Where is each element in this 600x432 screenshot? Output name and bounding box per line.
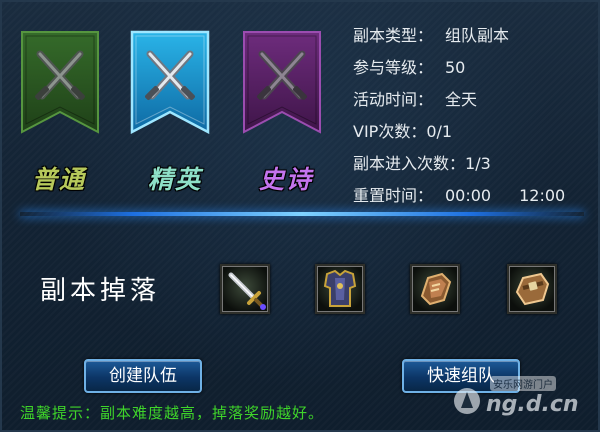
entries-label: 副本进入次数：: [353, 154, 466, 173]
vip-label: VIP次数：: [353, 122, 427, 141]
armor-icon: [323, 269, 357, 307]
info-vip: VIP次数：0/1: [353, 116, 565, 148]
drop-item-sword[interactable]: [220, 264, 270, 314]
drop-item-belt[interactable]: [507, 264, 557, 314]
create-team-button[interactable]: 创建队伍: [84, 359, 202, 393]
difficulty-epic-label[interactable]: 史诗: [231, 160, 341, 196]
difficulty-normal-banner[interactable]: [20, 30, 100, 134]
info-active-time: 活动时间： 全天: [353, 84, 565, 116]
dungeon-info: 副本类型： 组队副本 参与等级： 50 活动时间： 全天 VIP次数：0/1 副本进入…: [353, 20, 565, 212]
info-dungeon-type: 副本类型： 组队副本: [353, 20, 565, 52]
info-level: 参与等级： 50: [353, 52, 565, 84]
glow-divider: [20, 212, 584, 216]
watermark: 安乐网游门户 ng.d.cn: [450, 374, 598, 424]
watermark-line2: ng.d.cn: [486, 392, 579, 417]
drop-item-gauntlet[interactable]: [410, 264, 460, 314]
active-time-label: 活动时间：: [353, 90, 434, 109]
info-reset: 重置时间： 00:00 12:00: [353, 180, 565, 212]
level-label: 参与等级：: [353, 58, 434, 77]
vip-value: 0/1: [426, 122, 453, 141]
sword-icon: [228, 272, 266, 310]
tip-text: 温馨提示：副本难度越高，掉落奖励越好。: [20, 404, 325, 422]
watermark-logo-icon: [454, 388, 480, 414]
reset-label: 重置时间：: [353, 186, 434, 205]
crossed-swords-banner-icon: [130, 30, 210, 134]
dungeon-panel: 普通 精英 史诗 副本类型： 组队副本 参与等级： 50 活动时间： 全天 VIP次数…: [0, 0, 600, 432]
difficulty-normal-label[interactable]: 普通: [4, 160, 114, 196]
dungeon-type-value: 组队副本: [445, 26, 510, 45]
crossed-swords-banner-icon: [243, 31, 321, 134]
difficulty-elite-label[interactable]: 精英: [120, 160, 230, 196]
active-time-value: 全天: [445, 90, 478, 109]
reset-time-1: 00:00: [445, 186, 492, 205]
drops-title: 副本掉落: [40, 276, 161, 306]
dungeon-type-label: 副本类型：: [353, 26, 434, 45]
info-entries: 副本进入次数：1/3: [353, 148, 565, 180]
belt-icon: [515, 272, 550, 306]
reset-time-2: 12:00: [519, 186, 566, 205]
level-value: 50: [445, 58, 466, 77]
crossed-swords-banner-icon: [21, 31, 99, 134]
difficulty-epic-banner[interactable]: [242, 30, 322, 134]
watermark-line1: 安乐网游门户: [490, 376, 556, 391]
gauntlet-icon: [420, 272, 452, 306]
entries-value: 1/3: [465, 154, 491, 173]
drop-item-armor[interactable]: [315, 264, 365, 314]
difficulty-elite-banner[interactable]: [130, 30, 210, 134]
